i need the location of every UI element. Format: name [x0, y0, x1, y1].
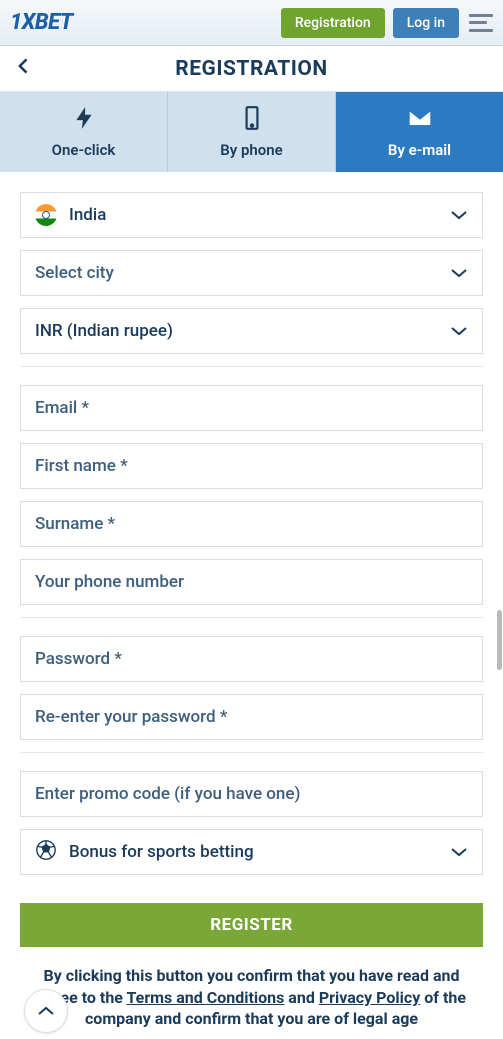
- phone-field[interactable]: Your phone number: [20, 559, 483, 605]
- email-placeholder: Email *: [35, 398, 89, 418]
- back-arrow-icon[interactable]: [14, 56, 38, 82]
- promo-placeholder: Enter promo code (if you have one): [35, 784, 300, 804]
- privacy-policy-link[interactable]: Privacy Policy: [319, 988, 420, 1007]
- city-select[interactable]: Select city: [20, 250, 483, 296]
- re-password-field[interactable]: Re-enter your password *: [20, 694, 483, 740]
- tab-label: One-click: [52, 141, 116, 159]
- password-field[interactable]: Password *: [20, 636, 483, 682]
- register-button[interactable]: REGISTER: [20, 903, 483, 947]
- tab-one-click[interactable]: One-click: [0, 92, 168, 172]
- surname-placeholder: Surname *: [35, 514, 115, 534]
- divider: [20, 752, 483, 753]
- country-select[interactable]: India: [20, 192, 483, 238]
- password-placeholder: Password *: [35, 649, 122, 669]
- tab-label: By e-mail: [388, 141, 451, 159]
- registration-button[interactable]: Registration: [281, 8, 385, 38]
- city-placeholder: Select city: [35, 263, 114, 283]
- tab-by-email[interactable]: By e-mail: [336, 92, 503, 172]
- tab-label: By phone: [220, 141, 282, 159]
- first-name-placeholder: First name *: [35, 456, 128, 476]
- phone-icon: [239, 105, 265, 131]
- soccer-ball-icon: [35, 839, 57, 866]
- surname-field[interactable]: Surname *: [20, 501, 483, 547]
- terms-link[interactable]: Terms and Conditions: [126, 988, 284, 1007]
- phone-placeholder: Your phone number: [35, 572, 184, 592]
- registration-form: India Select city INR (Indian rupee) Ema…: [0, 172, 503, 1039]
- scrollbar-thumb[interactable]: [497, 610, 502, 670]
- chevron-down-icon: [450, 842, 468, 862]
- scroll-to-top-button[interactable]: [24, 989, 68, 1033]
- bonus-select[interactable]: Bonus for sports betting: [20, 829, 483, 875]
- lightning-icon: [71, 105, 97, 131]
- re-password-placeholder: Re-enter your password *: [35, 707, 227, 727]
- email-field[interactable]: Email *: [20, 385, 483, 431]
- logo: 1XBET: [10, 10, 73, 35]
- chevron-down-icon: [450, 263, 468, 283]
- page-title: REGISTRATION: [0, 57, 503, 81]
- divider: [20, 366, 483, 367]
- promo-code-field[interactable]: Enter promo code (if you have one): [20, 771, 483, 817]
- chevron-up-icon: [37, 1005, 55, 1017]
- bonus-value: Bonus for sports betting: [69, 842, 254, 862]
- email-icon: [407, 105, 433, 131]
- registration-tabs: One-click By phone By e-mail: [0, 92, 503, 172]
- tab-by-phone[interactable]: By phone: [168, 92, 336, 172]
- india-flag-icon: [35, 204, 57, 226]
- confirm-text: By clicking this button you confirm that…: [20, 965, 483, 1030]
- hamburger-menu-icon[interactable]: [469, 14, 493, 32]
- login-button[interactable]: Log in: [393, 8, 459, 38]
- chevron-down-icon: [450, 205, 468, 225]
- currency-select[interactable]: INR (Indian rupee): [20, 308, 483, 354]
- chevron-down-icon: [450, 321, 468, 341]
- first-name-field[interactable]: First name *: [20, 443, 483, 489]
- divider: [20, 617, 483, 618]
- currency-value: INR (Indian rupee): [35, 321, 173, 341]
- topbar: 1XBET Registration Log in: [0, 0, 503, 46]
- titlebar: REGISTRATION: [0, 46, 503, 92]
- country-value: India: [69, 205, 106, 225]
